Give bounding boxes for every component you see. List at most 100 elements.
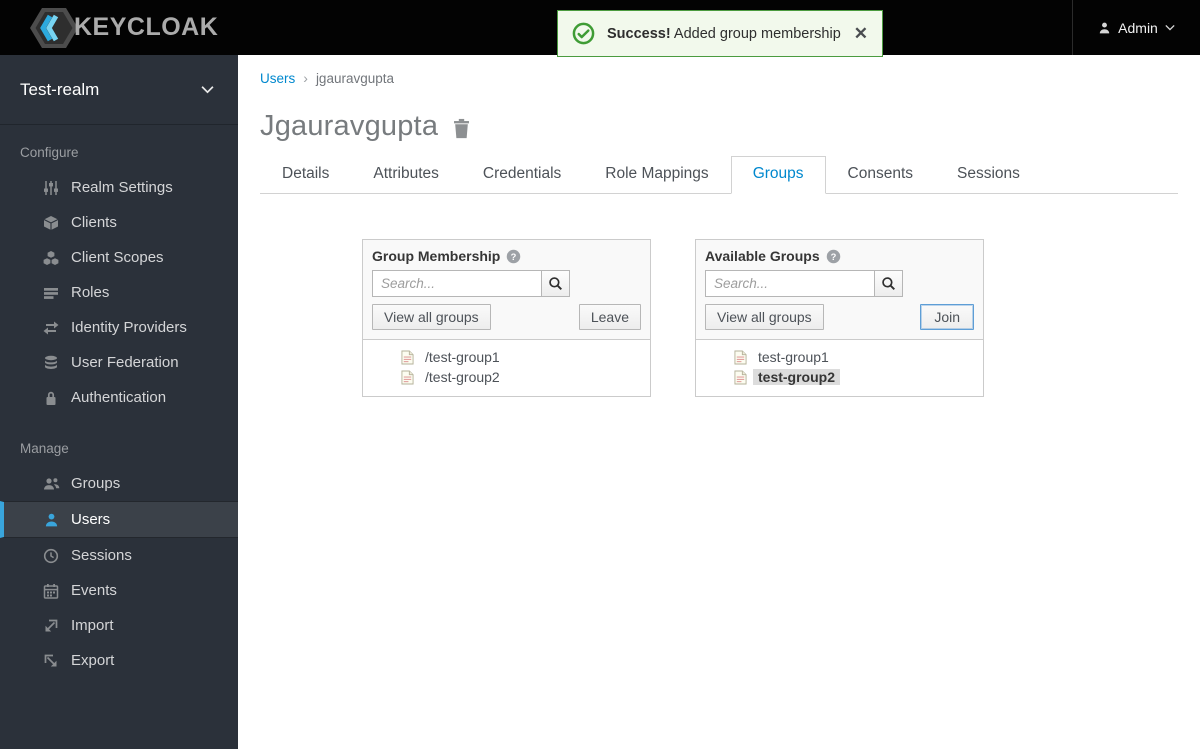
svg-text:?: ? — [830, 251, 836, 261]
tab-details[interactable]: Details — [260, 156, 351, 193]
lock-icon — [42, 390, 60, 406]
list-icon — [42, 285, 60, 301]
sidebar-item-roles[interactable]: Roles — [0, 275, 238, 310]
keycloak-hexagon-icon — [28, 6, 80, 50]
sliders-icon — [42, 180, 60, 196]
view-all-groups-button[interactable]: View all groups — [705, 304, 824, 330]
sidebar-item-label: Roles — [71, 284, 109, 301]
file-icon — [734, 370, 747, 385]
sidebar-item-import[interactable]: Import — [0, 608, 238, 643]
join-button[interactable]: Join — [920, 304, 974, 330]
available-groups-title: Available Groups — [705, 248, 820, 264]
user-icon — [42, 512, 60, 528]
available-groups-header: Available Groups ? — [696, 240, 983, 339]
sidebar-item-user-federation[interactable]: User Federation — [0, 345, 238, 380]
tab-groups[interactable]: Groups — [731, 156, 826, 194]
notification-text: Success! Added group membership — [607, 26, 841, 42]
group-membership-item[interactable]: /test-group2 — [363, 367, 650, 387]
search-button[interactable] — [541, 270, 570, 297]
sidebar-item-users[interactable]: Users — [0, 501, 238, 538]
group-membership-search-input[interactable] — [372, 270, 542, 297]
chevron-down-icon — [201, 85, 214, 94]
user-menu-label: Admin — [1118, 20, 1158, 36]
sidebar-item-label: Client Scopes — [71, 249, 164, 266]
calendar-icon — [42, 583, 60, 599]
exchange-icon — [42, 320, 60, 336]
sidebar-item-clients[interactable]: Clients — [0, 205, 238, 240]
sidebar-item-identity-providers[interactable]: Identity Providers — [0, 310, 238, 345]
keycloak-admin-console: KEYCLOAK Admin Success! Added group memb… — [0, 0, 1200, 749]
breadcrumb-separator: › — [303, 70, 308, 86]
sidebar-item-sessions[interactable]: Sessions — [0, 538, 238, 573]
file-icon — [401, 350, 414, 365]
group-membership-header: Group Membership ? — [363, 240, 650, 339]
search-icon — [881, 276, 896, 291]
realm-selector[interactable]: Test-realm — [0, 55, 238, 125]
sidebar-heading-configure: Configure — [0, 125, 238, 170]
sidebar-heading-manage: Manage — [0, 415, 238, 466]
breadcrumb-users-link[interactable]: Users — [260, 71, 295, 86]
tab-consents[interactable]: Consents — [826, 156, 935, 193]
tab-sessions[interactable]: Sessions — [935, 156, 1042, 193]
export-icon — [42, 653, 60, 669]
sidebar-item-realm-settings[interactable]: Realm Settings — [0, 170, 238, 205]
leave-button[interactable]: Leave — [579, 304, 641, 330]
question-circle-icon[interactable]: ? — [506, 249, 521, 264]
group-label: test-group1 — [753, 349, 834, 365]
sidebar-item-label: Authentication — [71, 389, 166, 406]
notification-message: Added group membership — [674, 26, 841, 42]
success-notification: Success! Added group membership ✕ — [557, 10, 883, 57]
group-label: test-group2 — [753, 369, 840, 385]
keycloak-logo: KEYCLOAK — [28, 6, 218, 50]
sidebar-item-label: Sessions — [71, 547, 132, 564]
tab-attributes[interactable]: Attributes — [351, 156, 460, 193]
available-groups-panel: Available Groups ? — [695, 239, 984, 397]
cube-icon — [42, 215, 60, 231]
breadcrumb-current: jgauravgupta — [316, 71, 394, 86]
sidebar-item-label: User Federation — [71, 354, 179, 371]
cubes-icon — [42, 250, 60, 266]
available-group-item-selected[interactable]: test-group2 — [696, 367, 983, 387]
page-title: Jgauravgupta — [260, 110, 438, 143]
file-icon — [734, 350, 747, 365]
group-membership-title: Group Membership — [372, 248, 500, 264]
user-icon — [1098, 21, 1111, 35]
realm-selector-label: Test-realm — [20, 80, 99, 100]
search-button[interactable] — [874, 270, 903, 297]
main-content: Users › jgauravgupta Jgauravgupta Detail… — [238, 55, 1200, 749]
sidebar-item-label: Export — [71, 652, 114, 669]
sidebar-item-label: Events — [71, 582, 117, 599]
logo-text: KEYCLOAK — [74, 13, 218, 42]
file-icon — [401, 370, 414, 385]
group-membership-item[interactable]: /test-group1 — [363, 347, 650, 367]
available-group-item[interactable]: test-group1 — [696, 347, 983, 367]
available-groups-list: test-group1 test-group2 — [696, 339, 983, 396]
sidebar-item-label: Clients — [71, 214, 117, 231]
tab-bar: Details Attributes Credentials Role Mapp… — [260, 156, 1178, 194]
check-circle-icon — [572, 22, 595, 45]
available-groups-search-input[interactable] — [705, 270, 875, 297]
group-label: /test-group2 — [420, 369, 505, 385]
sidebar-item-export[interactable]: Export — [0, 643, 238, 678]
group-membership-list: /test-group1 /test-group2 — [363, 339, 650, 396]
group-label: /test-group1 — [420, 349, 505, 365]
sidebar-item-label: Import — [71, 617, 114, 634]
view-all-groups-button[interactable]: View all groups — [372, 304, 491, 330]
group-icon — [42, 476, 60, 492]
sidebar: Test-realm Configure Realm Settings Clie… — [0, 55, 238, 749]
database-icon — [42, 355, 60, 371]
user-menu[interactable]: Admin — [1072, 0, 1200, 55]
import-icon — [42, 618, 60, 634]
chevron-down-icon — [1165, 24, 1175, 31]
sidebar-item-groups[interactable]: Groups — [0, 466, 238, 501]
tab-role-mappings[interactable]: Role Mappings — [583, 156, 730, 193]
question-circle-icon[interactable]: ? — [826, 249, 841, 264]
sidebar-item-client-scopes[interactable]: Client Scopes — [0, 240, 238, 275]
sidebar-item-label: Users — [71, 511, 110, 528]
sidebar-item-events[interactable]: Events — [0, 573, 238, 608]
trash-icon[interactable] — [452, 118, 471, 139]
sidebar-item-authentication[interactable]: Authentication — [0, 380, 238, 415]
tab-credentials[interactable]: Credentials — [461, 156, 583, 193]
breadcrumb: Users › jgauravgupta — [238, 55, 1200, 86]
close-icon[interactable]: ✕ — [844, 24, 868, 44]
